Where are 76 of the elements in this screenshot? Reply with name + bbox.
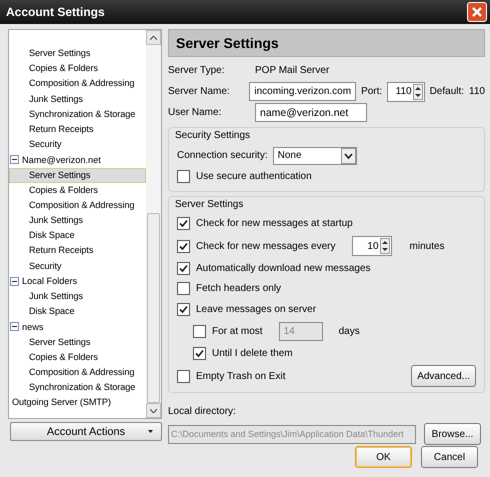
tree-item[interactable]: Return Receipts [9,243,146,259]
checkbox-label: Automatically download new messages [196,262,371,274]
field-label: Connection security: [177,150,268,161]
default-port-value: 110 [469,86,485,97]
user-name-field[interactable]: name@verizon.net [255,103,367,122]
field-label: Server Type: [168,65,226,76]
tree-item[interactable]: Local Folders [22,276,78,286]
field-label: Default: [430,86,464,97]
panel-title: Server Settings [176,35,279,51]
spinner-arrows-icon[interactable] [412,84,423,100]
number-spinner[interactable]: 10 [352,236,392,256]
unit-label: days [338,326,360,337]
account-actions-button[interactable]: Account Actions [10,422,162,441]
tree-item[interactable]: Security [9,137,146,152]
field-label: Server Name: [168,86,231,97]
collapse-icon[interactable] [10,155,19,164]
tree-item[interactable]: Name@verizon.net [22,154,101,165]
checkbox[interactable] [177,282,190,296]
collapse-icon[interactable] [10,322,19,332]
advanced-button[interactable]: Advanced... [411,365,476,387]
checkbox-label: Fetch headers only [196,283,282,294]
tree-item[interactable]: Junk Settings [9,289,146,304]
tree-item[interactable]: Return Receipts [9,122,146,138]
checkbox-label: Leave messages on server [196,304,316,315]
tree-item[interactable]: Copies & Folders [9,182,146,198]
server-name-field[interactable]: incoming.verizon.com [249,82,356,101]
checkbox[interactable] [177,217,190,230]
unit-label: minutes [410,240,445,252]
checkbox[interactable] [193,347,206,360]
close-icon [471,6,483,18]
spinner-arrows-icon[interactable] [380,238,390,254]
tree-item[interactable]: Server Settings [9,168,146,183]
tree-item[interactable]: Disk Space [9,304,146,320]
number-spinner[interactable]: 110 [387,82,425,102]
field-label: Port: [361,86,382,97]
connection-security-dropdown[interactable]: None [272,146,357,164]
window-title: Account Settings [6,5,105,19]
tree-item[interactable]: Junk Settings [9,92,146,107]
tree-item[interactable]: Synchronization & Storage [9,106,146,122]
scroll-down-icon[interactable] [150,408,157,412]
field-label: Local directory: [168,406,237,419]
group-title: Server Settings [175,198,244,212]
checkbox[interactable] [177,240,190,252]
checkbox[interactable] [177,370,190,382]
close-button[interactable] [467,2,487,22]
checkbox[interactable] [177,170,190,183]
browse-button[interactable]: Browse... [424,423,481,445]
tree-item[interactable]: Composition & Addressing [9,76,146,92]
tree-item[interactable]: Security [9,258,146,274]
checkbox-label: Check for new messages at startup [196,218,353,230]
tree-item[interactable]: Copies & Folders [9,61,146,76]
tree-item[interactable]: Composition & Addressing [9,198,146,214]
server-type-value: POP Mail Server [255,65,330,76]
scroll-up-icon[interactable] [150,36,157,40]
tree-item[interactable]: Server Settings [9,46,146,62]
ok-button[interactable]: OK [355,446,412,468]
tree-item[interactable]: Copies & Folders [9,350,146,365]
checkbox-label: Use secure authentication [196,170,312,182]
tree-item[interactable]: news [22,322,44,332]
group-title: Security Settings [175,130,252,143]
cancel-button[interactable]: Cancel [421,446,478,468]
caret-icon [148,430,153,433]
tree-item[interactable]: Junk Settings [9,213,146,228]
tree-item[interactable]: Synchronization & Storage [9,380,146,396]
tree-item[interactable]: Outgoing Server (SMTP) [11,395,146,410]
tree-item[interactable]: Server Settings [9,334,146,350]
checkbox[interactable] [177,302,190,316]
field-label: User Name: [168,107,222,118]
checkbox-label: Check for new messages every [196,240,336,252]
tree-item[interactable]: Composition & Addressing [9,364,146,380]
checkbox-label: For at most [212,326,263,337]
tree-item[interactable]: Disk Space [9,228,146,244]
checkbox-label: Empty Trash on Exit [196,370,286,382]
collapse-icon[interactable] [10,276,19,286]
checkbox-label: Until I delete them [212,348,293,360]
checkbox[interactable] [177,262,190,275]
